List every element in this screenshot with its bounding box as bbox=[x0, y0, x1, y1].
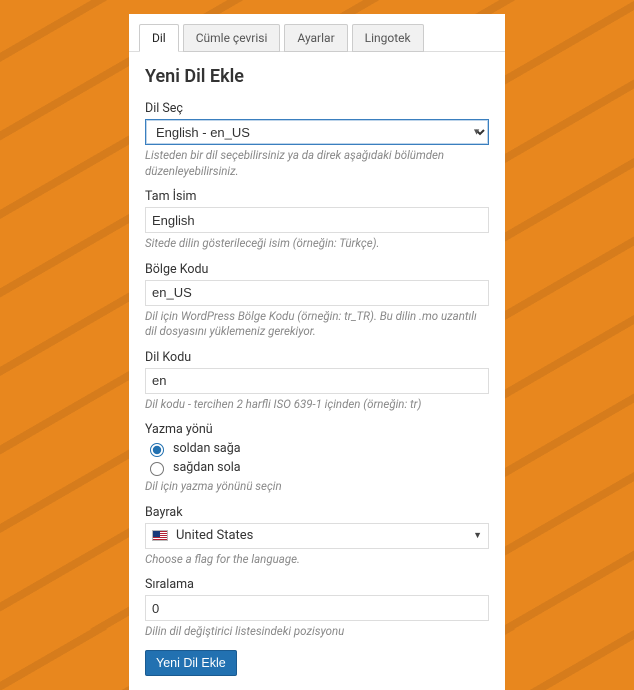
help-tam-isim: Sitede dilin gösterileceği isim (örneğin… bbox=[145, 236, 489, 252]
label-siralama: Sıralama bbox=[145, 573, 489, 592]
help-yazma-yonu: Dil için yazma yönünü seçin bbox=[145, 479, 489, 495]
input-siralama[interactable] bbox=[145, 595, 489, 621]
select-dil-sec[interactable]: English - en_US bbox=[145, 119, 489, 145]
field-dil-kodu: Dil Kodu Dil kodu - tercihen 2 harfli IS… bbox=[145, 346, 489, 413]
field-bolge-kodu: Bölge Kodu Dil için WordPress Bölge Kodu… bbox=[145, 258, 489, 340]
label-yazma-yonu: Yazma yönü bbox=[145, 418, 489, 437]
page-title: Yeni Dil Ekle bbox=[145, 66, 489, 87]
radio-rtl-label: sağdan sola bbox=[173, 460, 241, 475]
radio-rtl[interactable] bbox=[150, 462, 164, 476]
label-bolge-kodu: Bölge Kodu bbox=[145, 258, 489, 277]
radio-ltr[interactable] bbox=[150, 443, 164, 457]
select-bayrak[interactable]: United States ▼ bbox=[145, 523, 489, 549]
radio-ltr-label: soldan sağa bbox=[173, 441, 241, 456]
label-bayrak: Bayrak bbox=[145, 501, 489, 520]
flag-us-icon bbox=[152, 530, 168, 541]
help-bolge-kodu: Dil için WordPress Bölge Kodu (örneğin: … bbox=[145, 309, 489, 340]
submit-add-language-button[interactable]: Yeni Dil Ekle bbox=[145, 650, 237, 676]
tabs: Dil Cümle çevrisi Ayarlar Lingotek bbox=[129, 14, 505, 52]
input-bolge-kodu[interactable] bbox=[145, 280, 489, 306]
field-siralama: Sıralama Dilin dil değiştirici listesind… bbox=[145, 573, 489, 640]
field-bayrak: Bayrak United States ▼ Choose a flag for… bbox=[145, 501, 489, 568]
chevron-down-icon: ▼ bbox=[473, 530, 482, 541]
tab-cumle-cevrisi[interactable]: Cümle çevrisi bbox=[183, 24, 281, 52]
help-siralama: Dilin dil değiştirici listesindeki pozis… bbox=[145, 624, 489, 640]
tab-ayarlar[interactable]: Ayarlar bbox=[284, 24, 347, 52]
help-bayrak: Choose a flag for the language. bbox=[145, 552, 489, 568]
select-bayrak-value: United States bbox=[176, 528, 253, 543]
label-dil-kodu: Dil Kodu bbox=[145, 346, 489, 365]
help-dil-kodu: Dil kodu - tercihen 2 harfli ISO 639-1 i… bbox=[145, 397, 489, 413]
field-tam-isim: Tam İsim Sitede dilin gösterileceği isim… bbox=[145, 185, 489, 252]
language-settings-panel: Dil Cümle çevrisi Ayarlar Lingotek Yeni … bbox=[129, 14, 505, 690]
field-yazma-yonu: Yazma yönü soldan sağa sağdan sola Dil i… bbox=[145, 418, 489, 495]
form-body: Yeni Dil Ekle Dil Seç English - en_US ▼ … bbox=[129, 52, 505, 682]
tab-dil[interactable]: Dil bbox=[139, 24, 179, 52]
input-tam-isim[interactable] bbox=[145, 207, 489, 233]
label-tam-isim: Tam İsim bbox=[145, 185, 489, 204]
help-dil-sec: Listeden bir dil seçebilirsiniz ya da di… bbox=[145, 148, 489, 179]
field-dil-sec: Dil Seç English - en_US ▼ Listeden bir d… bbox=[145, 97, 489, 179]
input-dil-kodu[interactable] bbox=[145, 368, 489, 394]
label-dil-sec: Dil Seç bbox=[145, 97, 489, 116]
tab-lingotek[interactable]: Lingotek bbox=[352, 24, 424, 52]
